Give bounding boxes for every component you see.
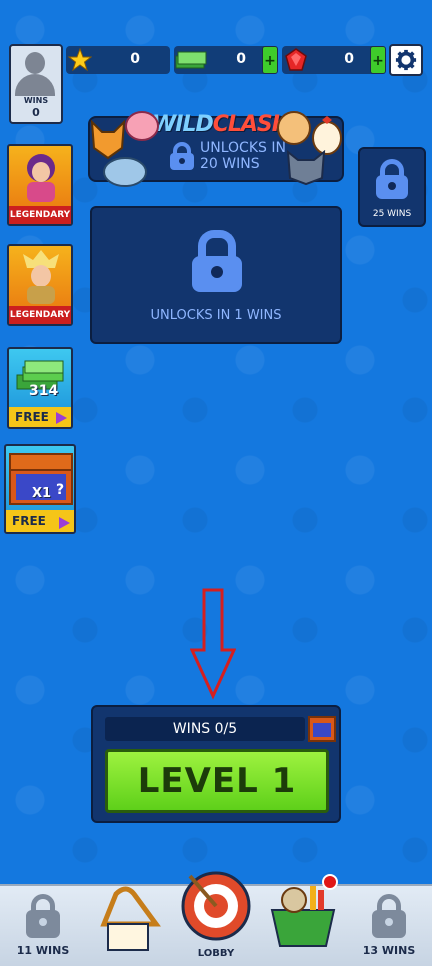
level-play-button[interactable]: LEVEL 1 — [105, 749, 329, 813]
event-title: WILDCLASH — [152, 112, 290, 137]
free-chest-offer[interactable]: ? X1 FREE — [4, 444, 76, 534]
cash-counter: 0 + — [174, 46, 278, 74]
profile-wins-value: 0 — [32, 106, 40, 119]
free-cash-offer[interactable]: 314 FREE — [7, 347, 73, 429]
gear-icon — [395, 49, 417, 71]
down-arrow-icon — [190, 588, 236, 700]
play-icon — [59, 517, 70, 529]
avatar-body-icon — [15, 74, 55, 96]
legendary-badge: LEGENDARY — [9, 206, 71, 224]
character-hamster-icon — [277, 111, 311, 145]
locked-slot-center[interactable]: UNLOCKS IN 1 WINS — [90, 206, 342, 344]
lock-icon — [192, 230, 242, 292]
character-portrait-icon — [23, 250, 59, 304]
nav-locked-left-label: 11 WINS — [16, 944, 70, 957]
wardrobe-hanger-icon[interactable] — [96, 884, 170, 956]
svg-text:?: ? — [56, 482, 64, 498]
character-pig-icon — [125, 111, 159, 141]
locked-slot-right[interactable]: 25 WINS — [358, 147, 426, 227]
level-panel: WINS 0/5 LEVEL 1 — [91, 705, 341, 823]
play-icon — [56, 412, 67, 424]
lock-icon — [376, 159, 408, 199]
nav-shop[interactable] — [266, 874, 340, 956]
avatar-head-icon — [25, 52, 45, 74]
lock-icon — [26, 894, 60, 938]
star-icon — [68, 48, 92, 72]
locked-slot-right-label: 25 WINS — [372, 209, 412, 219]
gems-value: 0 — [344, 51, 354, 67]
event-lock-icon — [170, 142, 194, 170]
notification-badge — [322, 874, 338, 890]
nav-locked-right-label: 13 WINS — [362, 944, 416, 957]
nav-lobby-label: LOBBY — [197, 948, 235, 959]
profile-wins-label: WINS — [23, 96, 49, 105]
locked-slot-center-label: UNLOCKS IN 1 WINS — [150, 308, 282, 323]
event-unlock-text: UNLOCKS IN 20 WINS — [200, 140, 286, 172]
cash-offer-amount: 314 — [29, 383, 59, 399]
gem-icon — [285, 48, 307, 71]
stars-counter: 0 — [66, 46, 170, 74]
add-gems-button[interactable]: + — [370, 46, 386, 74]
legendary-offer-2[interactable]: LEGENDARY — [7, 244, 73, 326]
target-icon — [181, 871, 251, 941]
cash-icon — [175, 51, 207, 69]
nav-lobby[interactable]: LOBBY — [180, 870, 252, 959]
gems-counter: 0 + — [282, 46, 386, 74]
legendary-badge: LEGENDARY — [9, 306, 71, 324]
nav-locked-left[interactable]: 11 WINS — [0, 886, 86, 966]
event-banner[interactable]: WILDCLASH UNLOCKS IN 20 WINS — [88, 111, 344, 187]
legendary-offer-1[interactable]: LEGENDARY — [7, 144, 73, 226]
nav-locked-right[interactable]: 13 WINS — [346, 886, 432, 966]
wins-progress: WINS 0/5 — [105, 717, 305, 741]
profile-avatar[interactable]: WINS 0 — [9, 44, 63, 124]
settings-button[interactable] — [389, 44, 423, 76]
event-title-wild: WILD — [152, 112, 214, 137]
lock-icon — [372, 894, 406, 938]
chest-offer-amount: X1 — [32, 486, 52, 501]
event-unlock-line1: UNLOCKS IN — [200, 140, 286, 156]
cash-value: 0 — [236, 51, 246, 67]
add-cash-button[interactable]: + — [262, 46, 278, 74]
character-cat-icon — [286, 150, 326, 186]
reward-chest-icon[interactable] — [307, 713, 337, 743]
event-unlock-line2: 20 WINS — [200, 156, 260, 172]
character-shark-icon — [103, 157, 147, 187]
bottom-nav: 11 WINS LOBBY 13 WINS — [0, 871, 432, 966]
character-portrait-icon — [27, 154, 55, 202]
stars-value: 0 — [130, 51, 140, 67]
